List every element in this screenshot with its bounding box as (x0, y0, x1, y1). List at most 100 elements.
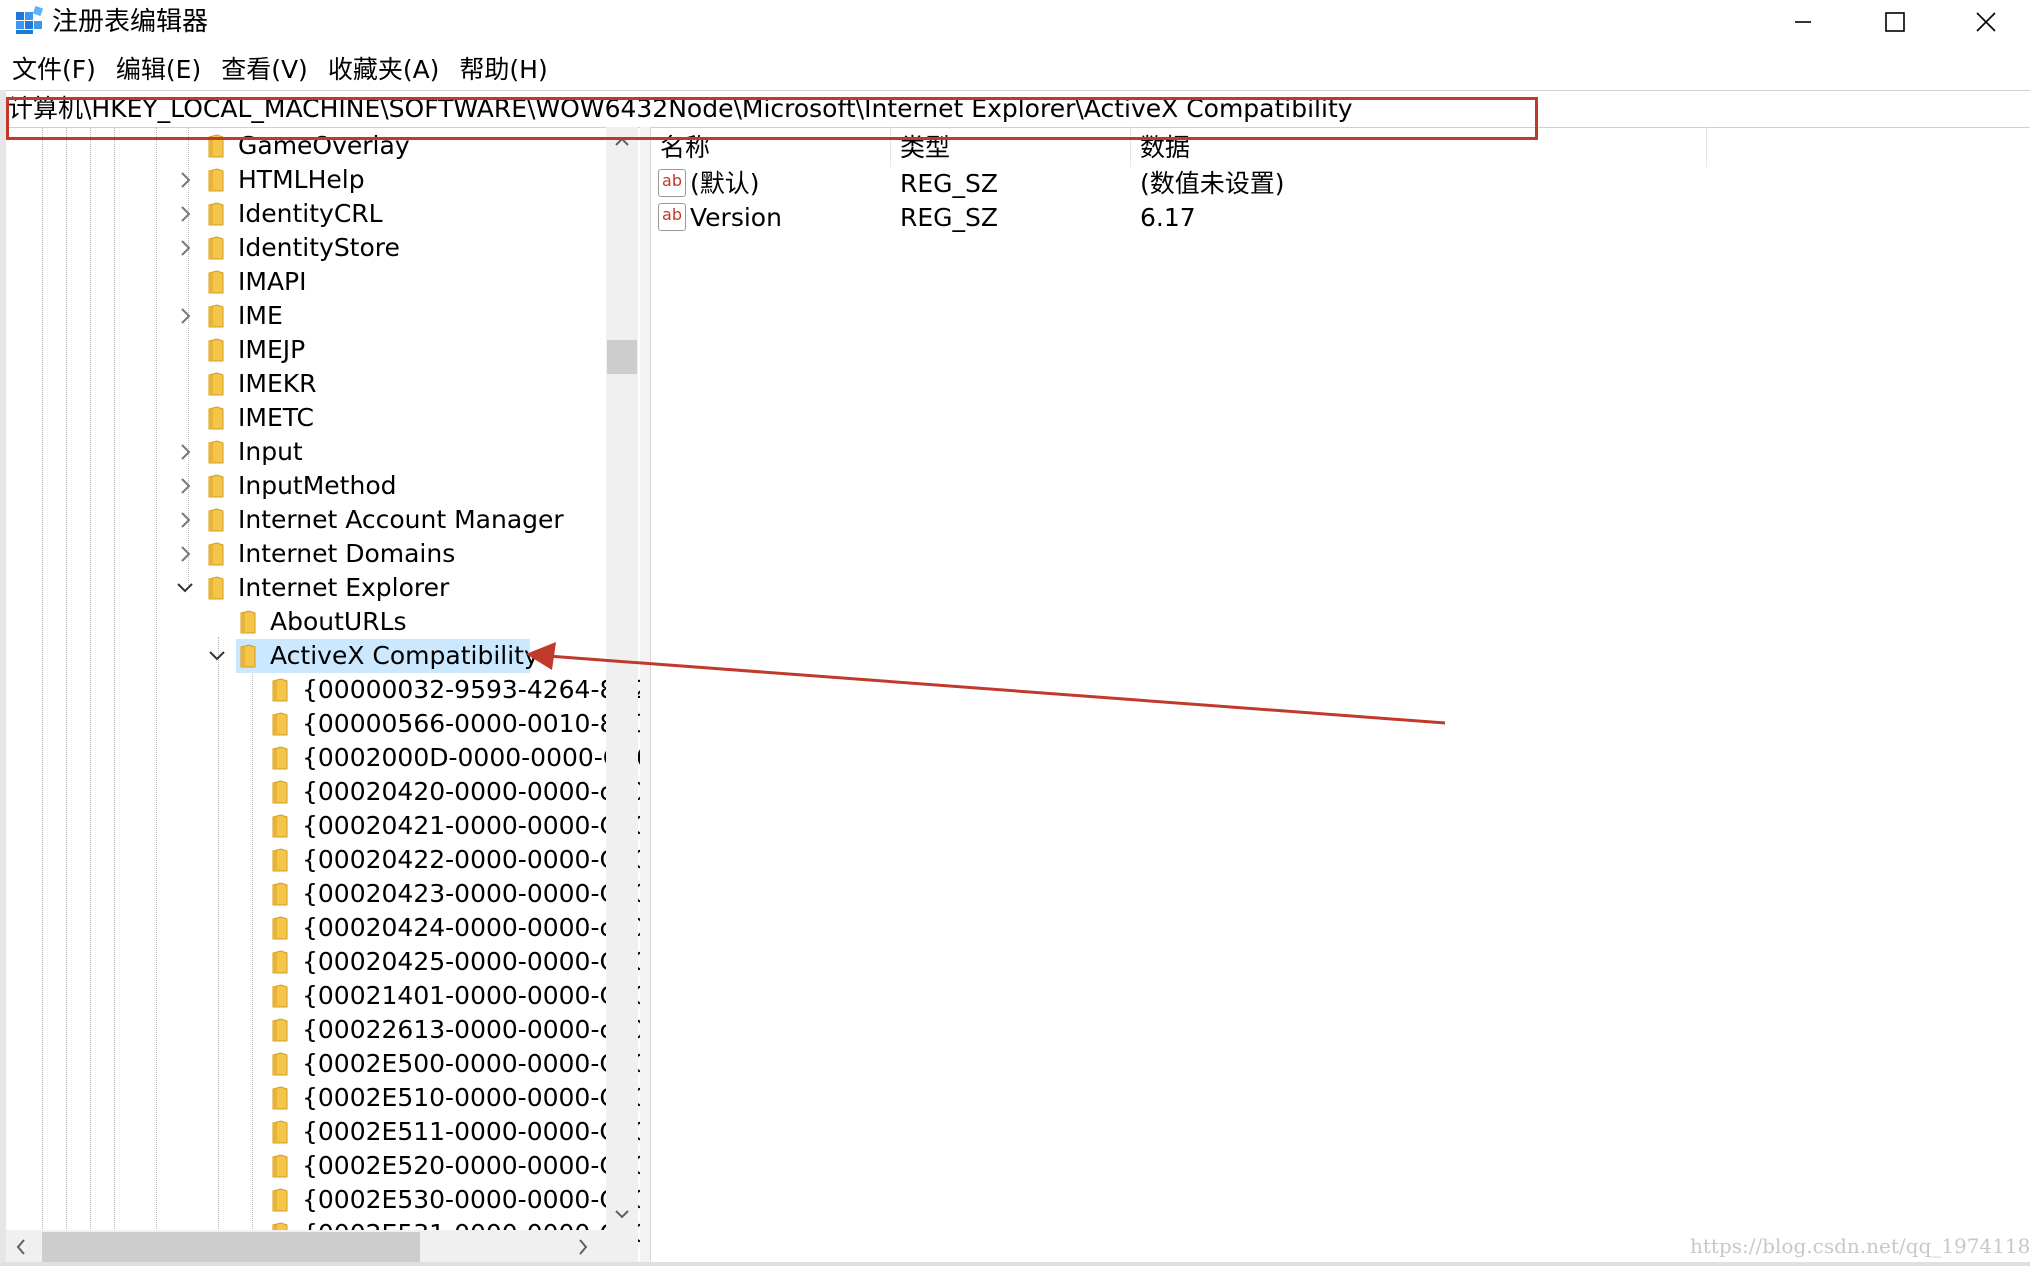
tree-item[interactable]: Input (6, 435, 606, 469)
tree-item-label: IMETC (238, 403, 315, 432)
collapsed-chevron-icon[interactable] (176, 307, 194, 325)
value-name: (默认) (690, 169, 760, 198)
window-title: 注册表编辑器 (52, 7, 209, 37)
tree-item[interactable]: AboutURLs (6, 605, 606, 639)
folder-icon (208, 236, 224, 260)
folder-icon (208, 406, 224, 430)
tree-item[interactable]: IMEKR (6, 367, 606, 401)
tree-item-label: IME (238, 301, 283, 330)
tree-item-label: IMEJP (238, 335, 306, 364)
tree-item[interactable]: Internet Explorer (6, 571, 606, 605)
close-button[interactable] (1940, 0, 2030, 44)
menu-file[interactable]: 文件(F) (0, 50, 104, 90)
tree-item[interactable]: {0002E530-0000-0000-C00 (6, 1183, 640, 1217)
tree-item[interactable]: {0002000D-0000-0000-C00 (6, 741, 640, 775)
folder-icon (208, 202, 224, 226)
tree-item-label: Internet Domains (238, 539, 456, 568)
value-type: REG_SZ (900, 169, 999, 198)
tree-item[interactable]: {00021401-0000-0000-C00 (6, 979, 640, 1013)
tree-item[interactable]: {0002E520-0000-0000-C00 (6, 1149, 640, 1183)
tree-item-label: Input (238, 437, 303, 466)
collapsed-chevron-icon[interactable] (176, 477, 194, 495)
tree-item[interactable]: Internet Domains (6, 537, 606, 571)
tree-item[interactable]: IdentityStore (6, 231, 606, 265)
tree-item-label: IdentityStore (238, 233, 400, 262)
pane-splitter[interactable] (640, 127, 651, 1264)
folder-icon (272, 678, 288, 702)
folder-icon (272, 1018, 288, 1042)
tree-item-label: {0002E500-0000-0000-C00 (302, 1049, 641, 1078)
tree-item[interactable]: {00020423-0000-0000-C00 (6, 877, 640, 911)
tree-item[interactable]: IMAPI (6, 265, 606, 299)
string-value-icon: ab (658, 203, 686, 231)
menu-favorites[interactable]: 收藏夹(A) (316, 50, 448, 90)
values-list[interactable]: 名称 类型 数据 ab (默认) REG_SZ (数值未设置) ab Versi… (652, 127, 2030, 1264)
expanded-chevron-icon[interactable] (208, 647, 226, 665)
tree-item[interactable]: {00000032-9593-4264-8B2 (6, 673, 640, 707)
collapsed-chevron-icon[interactable] (176, 171, 194, 189)
tree-item-label: Internet Explorer (238, 573, 450, 602)
tree-item-label: {00000566-0000-0010-800 (302, 709, 641, 738)
tree-item[interactable]: {00020421-0000-0000-C00 (6, 809, 640, 843)
maximize-button[interactable] (1849, 0, 1941, 44)
collapsed-chevron-icon[interactable] (176, 239, 194, 257)
tree-vertical-scroll-thumb[interactable] (607, 340, 637, 374)
tree-item[interactable]: IMETC (6, 401, 606, 435)
value-row[interactable]: ab Version REG_SZ 6.17 (652, 201, 1712, 235)
tree-item[interactable]: ActiveX Compatibility (6, 639, 606, 673)
folder-icon (208, 440, 224, 464)
tree-item[interactable]: Internet Account Manager (6, 503, 606, 537)
folder-icon (272, 984, 288, 1008)
tree-item[interactable]: {0002E511-0000-0000-C00 (6, 1115, 640, 1149)
value-row[interactable]: ab (默认) REG_SZ (数值未设置) (652, 167, 1712, 201)
tree-item[interactable]: {00020425-0000-0000-C00 (6, 945, 640, 979)
expanded-chevron-icon[interactable] (176, 579, 194, 597)
tree-item[interactable]: HTMLHelp (6, 163, 606, 197)
tree-item[interactable]: {00020420-0000-0000-c00 (6, 775, 640, 809)
tree-item-label: {00020420-0000-0000-c00 (302, 777, 641, 806)
tree-item-label: IMAPI (238, 267, 307, 296)
tree-item-label: AboutURLs (270, 607, 407, 636)
folder-icon (208, 576, 224, 600)
scroll-down-icon[interactable] (606, 1199, 638, 1229)
folder-icon (272, 916, 288, 940)
folder-icon (272, 1120, 288, 1144)
tree-item[interactable]: InputMethod (6, 469, 606, 503)
folder-icon (240, 644, 256, 668)
close-icon (1976, 12, 1996, 32)
annotation-highlight-box (6, 97, 1538, 140)
tree-item[interactable]: {00022613-0000-0000-c00 (6, 1013, 640, 1047)
tree-item-label: {00022613-0000-0000-c00 (302, 1015, 641, 1044)
tree-item-label: {00020425-0000-0000-C00 (302, 947, 641, 976)
tree-item[interactable]: IdentityCRL (6, 197, 606, 231)
collapsed-chevron-icon[interactable] (176, 545, 194, 563)
column-separator[interactable] (1706, 127, 1707, 167)
scroll-left-icon[interactable] (6, 1230, 36, 1264)
tree-item-label: {00020422-0000-0000-C00 (302, 845, 641, 874)
menu-edit[interactable]: 编辑(E) (104, 50, 209, 90)
tree-item[interactable]: {0002E510-0000-0000-C00 (6, 1081, 640, 1115)
minimize-button[interactable] (1757, 0, 1849, 44)
folder-icon (208, 372, 224, 396)
menu-view[interactable]: 查看(V) (209, 50, 316, 90)
collapsed-chevron-icon[interactable] (176, 443, 194, 461)
folder-icon (208, 304, 224, 328)
folder-icon (240, 610, 256, 634)
tree-item[interactable]: {00000566-0000-0010-800 (6, 707, 640, 741)
registry-tree[interactable]: GameOverlay HTMLHelp IdentityCRL IdentitySt… (6, 127, 641, 1264)
tree-item[interactable]: IMEJP (6, 333, 606, 367)
menu-help[interactable]: 帮助(H) (447, 50, 555, 90)
folder-icon (208, 542, 224, 566)
collapsed-chevron-icon[interactable] (176, 511, 194, 529)
tree-item-label: {00020423-0000-0000-C00 (302, 879, 641, 908)
tree-vertical-scrollbar[interactable] (606, 127, 638, 1230)
folder-icon (272, 1052, 288, 1076)
scroll-right-icon[interactable] (568, 1230, 598, 1264)
tree-item[interactable]: {00020422-0000-0000-C00 (6, 843, 640, 877)
tree-item[interactable]: IME (6, 299, 606, 333)
tree-item[interactable]: {00020424-0000-0000-c00 (6, 911, 640, 945)
value-name: Version (690, 203, 782, 232)
tree-horizontal-scroll-thumb[interactable] (42, 1232, 420, 1262)
tree-item[interactable]: {0002E500-0000-0000-C00 (6, 1047, 640, 1081)
collapsed-chevron-icon[interactable] (176, 205, 194, 223)
